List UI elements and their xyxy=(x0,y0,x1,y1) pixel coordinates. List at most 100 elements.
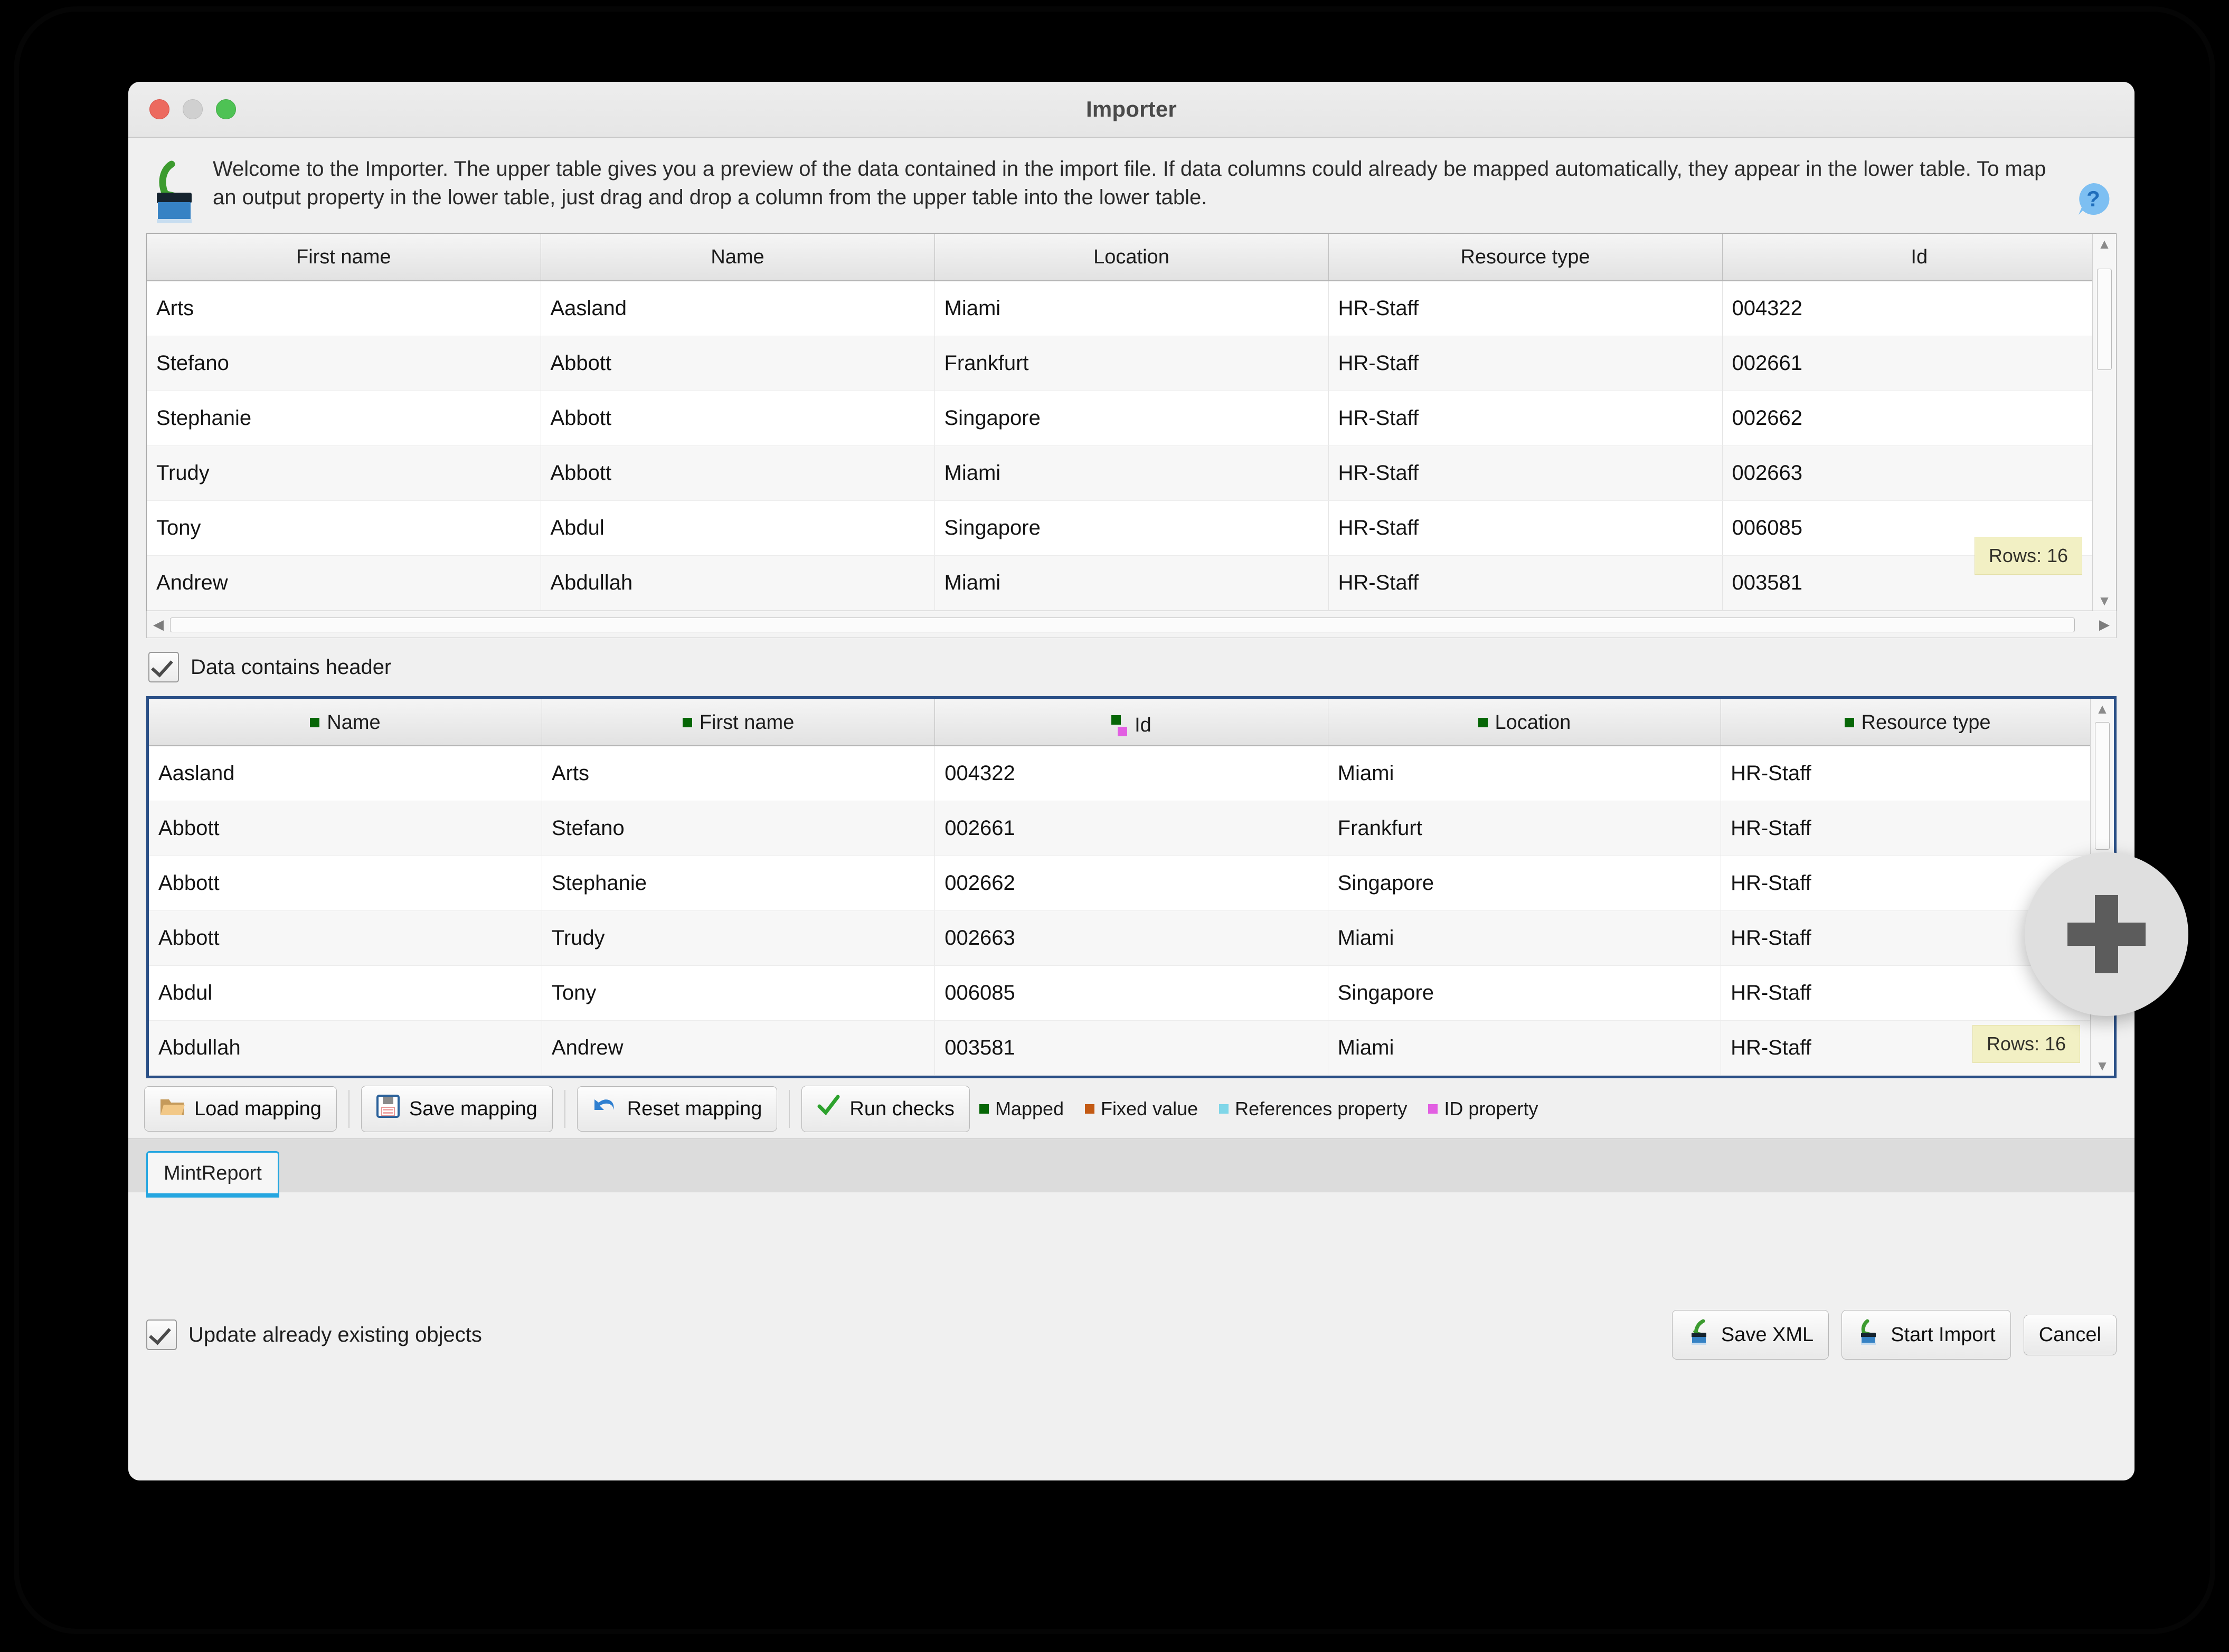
cell: Andrew xyxy=(147,555,541,611)
scroll-right-icon[interactable]: ▶ xyxy=(2093,616,2116,633)
preview-table-horizontal-scrollbar[interactable]: ◀ ▶ xyxy=(146,611,2117,638)
id-property-marker-icon xyxy=(1428,1104,1438,1114)
data-contains-header-label: Data contains header xyxy=(191,655,392,679)
scroll-down-icon[interactable]: ▼ xyxy=(2095,1056,2109,1076)
cell: Stephanie xyxy=(147,391,541,446)
scroll-down-icon[interactable]: ▼ xyxy=(2098,591,2111,611)
cell: Miami xyxy=(934,281,1329,336)
scroll-up-icon[interactable]: ▲ xyxy=(2095,699,2109,719)
mapping-col-first-name[interactable]: First name xyxy=(542,699,936,746)
cell: 002661 xyxy=(934,801,1328,856)
mapping-col-location[interactable]: Location xyxy=(1328,699,1722,746)
table-row[interactable]: Abdullah Andrew 003581 Miami HR-Staff xyxy=(149,1020,2114,1076)
zoom-button[interactable] xyxy=(216,99,236,119)
table-row[interactable]: Arts Aasland Miami HR-Staff 004322 xyxy=(147,281,2116,336)
update-existing-objects-checkbox[interactable] xyxy=(146,1319,177,1350)
scroll-track-horizontal[interactable] xyxy=(170,618,2093,632)
import-plant-icon xyxy=(1857,1319,1881,1351)
mapping-table-header-row: Name First name Id Location Resource typ… xyxy=(149,699,2114,746)
cell: 004322 xyxy=(934,746,1328,801)
mapping-table-container: Name First name Id Location Resource typ… xyxy=(146,696,2117,1078)
table-row[interactable]: Abdul Tony 006085 Singapore HR-Staff xyxy=(149,965,2114,1021)
mapping-col-label: Location xyxy=(1495,711,1571,734)
table-row[interactable]: Abbott Stefano 002661 Frankfurt HR-Staff xyxy=(149,801,2114,856)
scroll-thumb[interactable] xyxy=(2097,269,2112,370)
cell: Singapore xyxy=(1328,965,1722,1021)
cell: Stephanie xyxy=(542,856,936,911)
mapping-col-name[interactable]: Name xyxy=(149,699,542,746)
cell: Arts xyxy=(542,746,936,801)
cell: Aasland xyxy=(541,281,935,336)
toolbar-divider xyxy=(348,1090,350,1128)
cell: 006085 xyxy=(1722,500,2116,556)
load-mapping-button[interactable]: Load mapping xyxy=(144,1086,337,1132)
cell: Tony xyxy=(147,500,541,556)
table-row[interactable]: Stephanie Abbott Singapore HR-Staff 0026… xyxy=(147,391,2116,446)
scroll-up-icon[interactable]: ▲ xyxy=(2098,234,2111,254)
table-row[interactable]: Tony Abdul Singapore HR-Staff 006085 xyxy=(147,500,2116,556)
tab-mintreport[interactable]: MintReport xyxy=(146,1151,279,1198)
data-contains-header-checkbox[interactable] xyxy=(148,652,179,682)
cell: Abbott xyxy=(541,391,935,446)
cell: HR-Staff xyxy=(1328,281,1723,336)
table-row[interactable]: Andrew Abdullah Miami HR-Staff 003581 xyxy=(147,555,2116,611)
cell: HR-Staff xyxy=(1328,500,1723,556)
preview-col-resource-type[interactable]: Resource type xyxy=(1328,234,1723,281)
reset-mapping-label: Reset mapping xyxy=(627,1097,762,1120)
preview-col-name[interactable]: Name xyxy=(541,234,935,281)
preview-col-first-name[interactable]: First name xyxy=(147,234,541,281)
cell: 002662 xyxy=(934,856,1328,911)
import-plant-icon xyxy=(146,151,210,226)
preview-col-location[interactable]: Location xyxy=(934,234,1329,281)
cell: 002663 xyxy=(934,910,1328,966)
close-button[interactable] xyxy=(149,99,169,119)
marker-legend: Mapped Fixed value References property I… xyxy=(979,1098,1552,1120)
cell: HR-Staff xyxy=(1721,1020,2114,1076)
cell: 002662 xyxy=(1722,391,2116,446)
mapping-col-id[interactable]: Id xyxy=(934,699,1328,746)
mapped-marker-icon xyxy=(1478,718,1488,728)
legend-label: Mapped xyxy=(995,1098,1064,1119)
intro-panel: Welcome to the Importer. The upper table… xyxy=(128,138,2134,233)
mapping-col-resource-type[interactable]: Resource type xyxy=(1721,699,2114,746)
preview-table: First name Name Location Resource type I… xyxy=(147,234,2116,611)
cell: Miami xyxy=(1328,1020,1722,1076)
cancel-button[interactable]: Cancel xyxy=(2023,1314,2117,1355)
table-row[interactable]: Abbott Trudy 002663 Miami HR-Staff xyxy=(149,910,2114,966)
cell: Trudy xyxy=(147,445,541,501)
cell: HR-Staff xyxy=(1721,801,2114,856)
preview-col-id[interactable]: Id xyxy=(1722,234,2116,281)
save-mapping-button[interactable]: Save mapping xyxy=(361,1086,553,1132)
start-import-button[interactable]: Start Import xyxy=(1841,1310,2011,1360)
cell: Aasland xyxy=(149,746,542,801)
table-row[interactable]: Stefano Abbott Frankfurt HR-Staff 002661 xyxy=(147,336,2116,391)
table-row[interactable]: Trudy Abbott Miami HR-Staff 002663 xyxy=(147,445,2116,501)
scroll-track[interactable] xyxy=(2093,254,2116,591)
preview-table-vertical-scrollbar[interactable]: ▲ ▼ xyxy=(2092,234,2116,611)
mapped-marker-icon xyxy=(1111,715,1121,725)
save-xml-button[interactable]: Save XML xyxy=(1671,1310,1829,1360)
legend-label: ID property xyxy=(1444,1098,1538,1119)
table-row[interactable]: Abbott Stephanie 002662 Singapore HR-Sta… xyxy=(149,856,2114,911)
fixed-value-marker-icon xyxy=(1085,1104,1095,1114)
mapping-toolbar: Load mapping Save mapping Reset mapping … xyxy=(128,1078,2134,1138)
add-mapping-fab[interactable] xyxy=(2025,852,2188,1016)
run-checks-button[interactable]: Run checks xyxy=(801,1086,970,1132)
mapped-marker-icon xyxy=(1844,718,1854,728)
help-question-icon[interactable]: ? xyxy=(2074,151,2117,221)
window-titlebar: Importer xyxy=(128,82,2134,138)
cell: HR-Staff xyxy=(1721,746,2114,801)
legend-item-references-property: References property xyxy=(1219,1098,1407,1120)
table-row[interactable]: Aasland Arts 004322 Miami HR-Staff xyxy=(149,746,2114,801)
reset-mapping-button[interactable]: Reset mapping xyxy=(577,1086,778,1132)
scroll-thumb-horizontal[interactable] xyxy=(170,618,2075,632)
minimize-button[interactable] xyxy=(183,99,203,119)
cell: Abdul xyxy=(149,965,542,1021)
svg-text:?: ? xyxy=(2086,186,2100,211)
save-mapping-label: Save mapping xyxy=(409,1097,537,1120)
cell: 003581 xyxy=(1722,555,2116,611)
cell: 006085 xyxy=(934,965,1328,1021)
scroll-left-icon[interactable]: ◀ xyxy=(147,616,170,633)
cell: HR-Staff xyxy=(1328,336,1723,391)
scroll-thumb[interactable] xyxy=(2095,722,2110,850)
